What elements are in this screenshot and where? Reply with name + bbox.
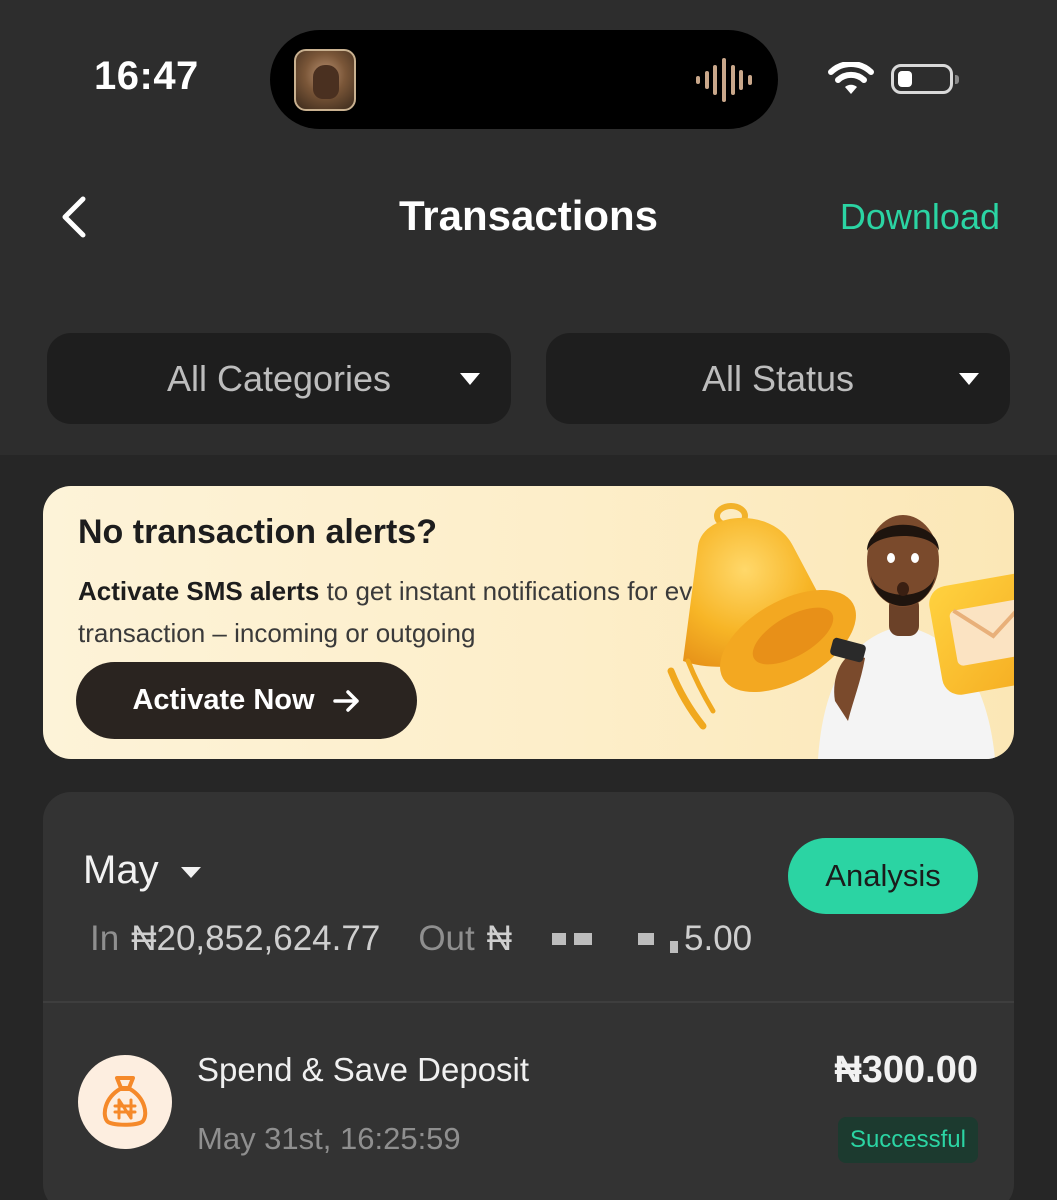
activate-now-label: Activate Now bbox=[132, 684, 315, 716]
in-label: In bbox=[90, 919, 120, 958]
status-badge: Successful bbox=[837, 1117, 978, 1163]
caret-down-icon bbox=[180, 867, 201, 878]
money-bag-icon bbox=[78, 1055, 172, 1149]
audio-waveform-icon bbox=[696, 58, 752, 102]
transaction-row[interactable]: Spend & Save Deposit May 31st, 16:25:59 … bbox=[43, 1003, 1014, 1200]
out-amount-suffix: 5.00 bbox=[684, 919, 753, 958]
category-filter-label: All Categories bbox=[166, 357, 392, 399]
caret-down-icon bbox=[460, 373, 480, 385]
month-totals: In ₦20,852,624.77 Out ₦ 5.00 bbox=[90, 919, 752, 959]
status-filter-label: All Status bbox=[701, 357, 855, 399]
status-filter-dropdown[interactable]: All Status bbox=[546, 333, 1010, 424]
battery-icon bbox=[891, 64, 959, 94]
banner-illustration: 1 bbox=[667, 503, 1014, 759]
dynamic-island[interactable] bbox=[270, 30, 778, 129]
month-selector[interactable]: May bbox=[83, 848, 201, 893]
status-time: 16:47 bbox=[94, 54, 199, 98]
status-icons bbox=[828, 60, 963, 100]
out-label: Out bbox=[418, 919, 475, 958]
out-currency: ₦ bbox=[486, 919, 513, 958]
transactions-card: May Analysis In ₦20,852,624.77 Out ₦ 5.0… bbox=[43, 792, 1014, 1200]
arrow-right-icon bbox=[332, 689, 359, 712]
wifi-icon bbox=[828, 62, 874, 94]
analysis-button[interactable]: Analysis bbox=[788, 838, 978, 914]
category-filter-dropdown[interactable]: All Categories bbox=[47, 333, 511, 424]
transaction-name: Spend & Save Deposit bbox=[197, 1051, 530, 1088]
redacted-amount bbox=[514, 921, 682, 957]
banner-title: No transaction alerts? bbox=[78, 513, 437, 551]
now-playing-artwork bbox=[294, 49, 356, 111]
top-region: 16:47 Transactions Download All Categori… bbox=[0, 0, 1057, 455]
download-button[interactable]: Download bbox=[840, 196, 1000, 238]
month-label: May bbox=[83, 848, 159, 892]
transaction-date: May 31st, 16:25:59 bbox=[197, 1121, 461, 1156]
caret-down-icon bbox=[959, 373, 979, 385]
in-amount: ₦20,852,624.77 bbox=[131, 919, 381, 958]
banner-body-bold: Activate SMS alerts bbox=[78, 576, 320, 606]
activate-now-button[interactable]: Activate Now bbox=[76, 662, 417, 739]
transaction-amount: ₦300.00 bbox=[834, 1049, 978, 1091]
sms-alert-banner[interactable]: No transaction alerts? Activate SMS aler… bbox=[43, 486, 1014, 759]
analysis-label: Analysis bbox=[825, 858, 941, 893]
back-button[interactable] bbox=[52, 192, 96, 242]
chevron-left-icon bbox=[62, 196, 86, 238]
